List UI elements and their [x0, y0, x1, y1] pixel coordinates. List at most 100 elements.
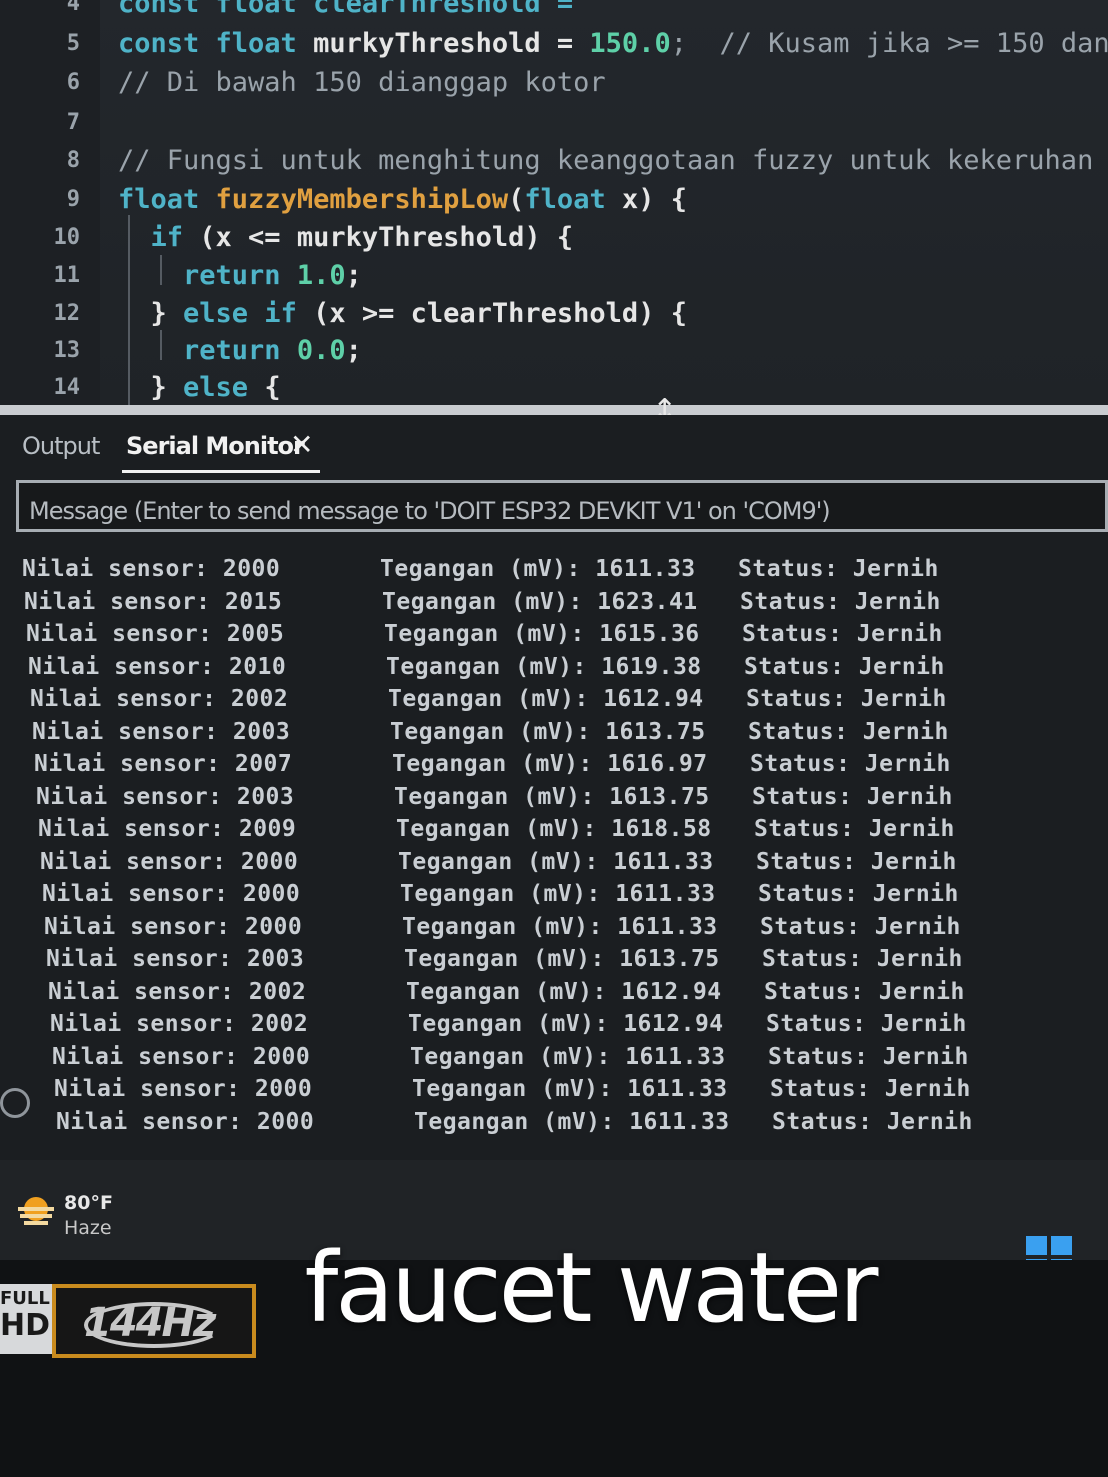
- indent-guide: [160, 330, 162, 360]
- account-icon[interactable]: [0, 1088, 30, 1118]
- serial-row: Nilai sensor: 2000 Tegangan (mV): 1611.33…: [54, 1076, 1034, 1106]
- code-token: const float: [118, 27, 314, 59]
- weather-temperature[interactable]: 80°F: [64, 1192, 113, 1214]
- code-line[interactable]: 10 if (x <= murkyThreshold) {: [0, 218, 1108, 256]
- code-line[interactable]: 12 } else if (x >= clearThreshold) {: [0, 294, 1108, 332]
- status-value: Status: Jernih: [760, 913, 961, 940]
- code-text: const float clearThreshold =: [118, 0, 589, 19]
- status-value: Status: Jernih: [766, 1011, 967, 1037]
- voltage-value: Tegangan (mV): 1611.33: [410, 1043, 726, 1070]
- code-line[interactable]: 13 return 0.0;: [0, 331, 1108, 369]
- serial-row: Nilai sensor: 2003 Tegangan (mV): 1613.75…: [32, 719, 1012, 749]
- status-value: Status: Jernih: [750, 751, 951, 777]
- line-number: 7: [66, 109, 80, 135]
- code-line[interactable]: 9 float fuzzyMembershipLow(float x) {: [0, 180, 1108, 218]
- status-value: Status: Jernih: [762, 946, 963, 972]
- voltage-value: Tegangan (mV): 1613.75: [404, 946, 720, 972]
- status-value: Status: Jernih: [740, 588, 941, 615]
- sensor-value: Nilai sensor: 2007: [34, 751, 293, 777]
- voltage-value: Tegangan (mV): 1613.75: [390, 718, 706, 745]
- sensor-value: Nilai sensor: 2000: [54, 1076, 313, 1102]
- code-token: (x >= clearThreshold) {: [296, 297, 687, 329]
- line-number: 14: [53, 374, 81, 400]
- code-text: } else if (x >= clearThreshold) {: [118, 298, 687, 329]
- code-text: // Di bawah 150 dianggap kotor: [118, 67, 606, 98]
- status-value: Status: Jernih: [748, 718, 949, 745]
- line-number: 13: [53, 337, 81, 363]
- voltage-value: Tegangan (mV): 1611.33: [398, 848, 714, 875]
- serial-row: Nilai sensor: 2002 Tegangan (mV): 1612.94…: [30, 686, 1010, 716]
- code-token: ;: [345, 259, 362, 291]
- status-value: Status: Jernih: [752, 783, 953, 810]
- serial-row: Nilai sensor: 2009 Tegangan (mV): 1618.58…: [38, 816, 1018, 846]
- status-value: Status: Jernih: [768, 1043, 969, 1070]
- code-token: ; // Kusam jika >= 150 dan < 3: [670, 27, 1108, 59]
- close-tab-icon[interactable]: ✕: [290, 428, 313, 461]
- serial-row: Nilai sensor: 2000 Tegangan (mV): 1611.33…: [42, 881, 1022, 911]
- code-line[interactable]: 5 const float murkyThreshold = 150.0; // …: [0, 24, 1108, 62]
- tab-output[interactable]: Output: [22, 432, 100, 460]
- line-number: 6: [66, 69, 80, 95]
- status-value: Status: Jernih: [764, 978, 965, 1005]
- sensor-value: Nilai sensor: 2005: [26, 621, 285, 647]
- voltage-value: Tegangan (mV): 1612.94: [406, 978, 722, 1005]
- sensor-value: Nilai sensor: 2009: [38, 816, 297, 842]
- code-line[interactable]: 7: [0, 103, 1108, 141]
- sensor-value: Nilai sensor: 2000: [56, 1108, 315, 1135]
- sensor-value: Nilai sensor: 2003: [32, 718, 291, 745]
- code-token: (x <= murkyThreshold) {: [183, 221, 574, 253]
- code-token: (: [508, 183, 525, 215]
- code-line[interactable]: 6 // Di bawah 150 dianggap kotor: [0, 63, 1108, 101]
- panel-splitter[interactable]: [0, 405, 1108, 415]
- active-tab-indicator: [122, 470, 320, 473]
- sensor-value: Nilai sensor: 2003: [36, 783, 295, 810]
- serial-row: Nilai sensor: 2005 Tegangan (mV): 1615.36…: [26, 621, 1006, 651]
- code-text: const float murkyThreshold = 150.0; // K…: [118, 28, 1108, 59]
- code-token: // Fungsi untuk menghitung keanggotaan f…: [118, 144, 1108, 176]
- code-token: murkyThreshold =: [313, 27, 590, 59]
- line-number: 5: [66, 30, 80, 56]
- sun-haze-icon[interactable]: [16, 1194, 56, 1228]
- code-line[interactable]: 11 return 1.0;: [0, 256, 1108, 294]
- code-line[interactable]: 14 } else {: [0, 368, 1108, 405]
- voltage-value: Tegangan (mV): 1612.94: [388, 686, 704, 712]
- sensor-value: Nilai sensor: 2015: [24, 588, 283, 615]
- code-token: else if: [183, 297, 297, 329]
- tab-serial-monitor[interactable]: Serial Monitor: [126, 432, 305, 460]
- status-value: Status: Jernih: [756, 848, 957, 875]
- voltage-value: Tegangan (mV): 1611.33: [400, 881, 716, 907]
- status-value: Status: Jernih: [744, 653, 945, 680]
- code-text: float fuzzyMembershipLow(float x) {: [118, 184, 687, 215]
- code-line[interactable]: 8 // Fungsi untuk menghitung keanggotaan …: [0, 141, 1108, 179]
- serial-row: Nilai sensor: 2007 Tegangan (mV): 1616.97…: [34, 751, 1014, 781]
- line-number: 9: [66, 186, 80, 212]
- serial-row: Nilai sensor: 2010 Tegangan (mV): 1619.38…: [28, 654, 1008, 684]
- sensor-value: Nilai sensor: 2002: [30, 686, 289, 712]
- serial-message-input[interactable]: [16, 480, 1108, 532]
- voltage-value: Tegangan (mV): 1618.58: [396, 816, 712, 842]
- sensor-value: Nilai sensor: 2000: [40, 848, 299, 875]
- serial-row: Nilai sensor: 2002 Tegangan (mV): 1612.94…: [48, 979, 1028, 1009]
- indent-guide: [160, 255, 162, 285]
- serial-row: Nilai sensor: 2000 Tegangan (mV): 1611.33…: [22, 556, 1002, 586]
- status-value: Status: Jernih: [772, 1108, 973, 1135]
- code-token: x) {: [605, 183, 687, 215]
- voltage-value: Tegangan (mV): 1623.41: [382, 588, 698, 615]
- line-number: 12: [53, 300, 81, 326]
- serial-row: Nilai sensor: 2003 Tegangan (mV): 1613.75…: [36, 784, 1016, 814]
- code-token: float: [524, 183, 606, 215]
- serial-row: Nilai sensor: 2000 Tegangan (mV): 1611.33…: [56, 1109, 1036, 1139]
- status-value: Status: Jernih: [746, 686, 947, 712]
- serial-row: Nilai sensor: 2000 Tegangan (mV): 1611.33…: [52, 1044, 1032, 1074]
- code-text: // Fungsi untuk menghitung keanggotaan f…: [118, 145, 1108, 176]
- serial-row: Nilai sensor: 2015 Tegangan (mV): 1623.41…: [24, 589, 1004, 619]
- code-text: return 1.0;: [118, 260, 362, 291]
- sensor-value: Nilai sensor: 2003: [46, 946, 305, 972]
- code-line[interactable]: 4 const float clearThreshold =: [0, 0, 1108, 22]
- sensor-value: Nilai sensor: 2002: [48, 978, 307, 1005]
- voltage-value: Tegangan (mV): 1619.38: [386, 653, 702, 680]
- voltage-value: Tegangan (mV): 1611.33: [414, 1108, 730, 1135]
- code-editor[interactable]: 4 const float clearThreshold = 5 const flo…: [0, 0, 1108, 405]
- serial-row: Nilai sensor: 2002 Tegangan (mV): 1612.94…: [50, 1011, 1030, 1041]
- code-text: if (x <= murkyThreshold) {: [118, 221, 574, 253]
